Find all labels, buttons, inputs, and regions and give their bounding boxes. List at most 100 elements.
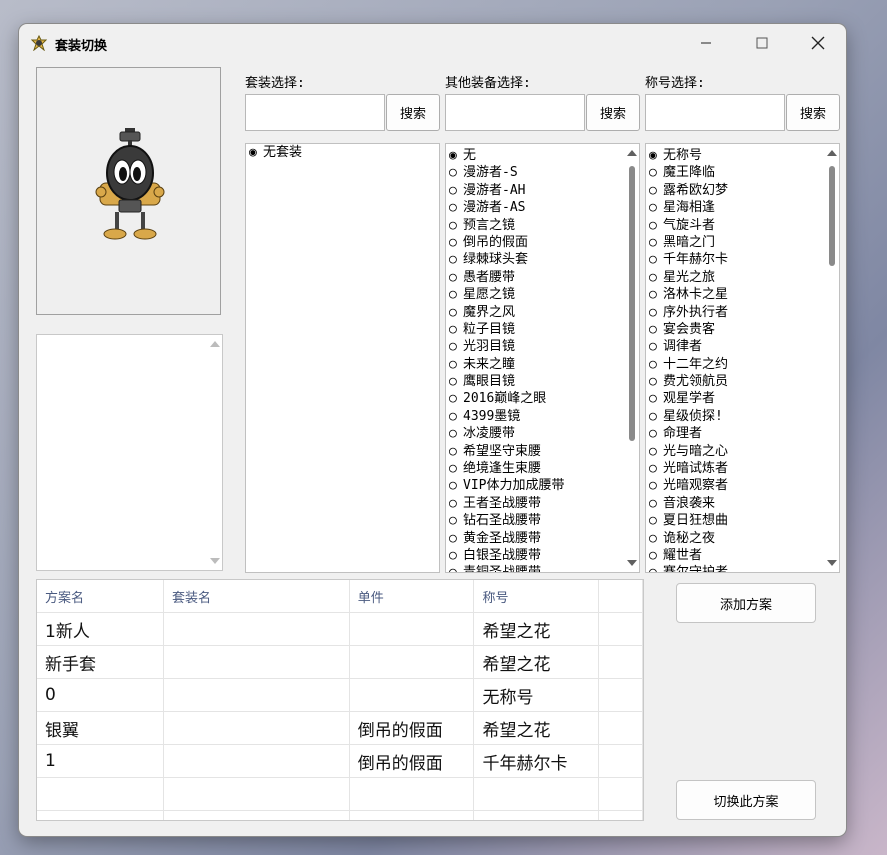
title-scrollbar[interactable] xyxy=(824,144,839,572)
equipment-item[interactable]: 鹰眼目镜 xyxy=(446,373,639,390)
title-item[interactable]: 费尤领航员 xyxy=(646,373,839,390)
suit-name-cell[interactable] xyxy=(163,810,350,820)
plan-name-cell[interactable]: 1新人 xyxy=(37,612,164,646)
maximize-button[interactable] xyxy=(739,28,785,58)
title-item[interactable]: 光暗试炼者 xyxy=(646,460,839,477)
single-item-cell[interactable]: 倒吊的假面 xyxy=(349,744,475,778)
title-cell[interactable]: 无称号 xyxy=(473,678,600,712)
title-item[interactable]: 诡秘之夜 xyxy=(646,530,839,547)
single-item-cell[interactable]: 倒吊的假面 xyxy=(349,711,475,745)
table-row[interactable] xyxy=(37,810,643,820)
equipment-item[interactable]: 冰凌腰带 xyxy=(446,425,639,442)
equipment-search-input[interactable] xyxy=(445,94,585,131)
item-info-textbox[interactable] xyxy=(36,334,223,571)
minimize-button[interactable] xyxy=(683,28,729,58)
table-row[interactable]: 1 倒吊的假面 千年赫尔卡 xyxy=(37,744,643,778)
table-row[interactable]: 新手套 希望之花 xyxy=(37,645,643,679)
title-item[interactable]: 气旋斗者 xyxy=(646,217,839,234)
equipment-item[interactable]: 光羽目镜 xyxy=(446,338,639,355)
equipment-list[interactable]: 无漫游者-S漫游者-AH漫游者-AS预言之镜倒吊的假面绿棘球头套愚者腰带星愿之镜… xyxy=(445,143,640,573)
title-item[interactable]: 星光之旅 xyxy=(646,269,839,286)
title-item[interactable]: 露希欧幻梦 xyxy=(646,182,839,199)
equipment-item[interactable]: 白银圣战腰带 xyxy=(446,547,639,564)
equipment-item[interactable]: 星愿之镜 xyxy=(446,286,639,303)
title-item[interactable]: 星级侦探! xyxy=(646,408,839,425)
equipment-item[interactable]: 漫游者-S xyxy=(446,164,639,181)
suit-name-cell[interactable] xyxy=(163,678,350,712)
title-cell[interactable]: 千年赫尔卡 xyxy=(473,744,600,778)
switch-plan-button[interactable]: 切换此方案 xyxy=(676,780,816,820)
single-item-cell[interactable] xyxy=(349,678,475,712)
suit-list[interactable]: 无套装 xyxy=(245,143,440,573)
equipment-item[interactable]: 绿棘球头套 xyxy=(446,251,639,268)
title-item[interactable]: 耀世者 xyxy=(646,547,839,564)
col-header-suit-name[interactable]: 套装名 xyxy=(163,580,350,613)
equipment-item[interactable]: 钻石圣战腰带 xyxy=(446,512,639,529)
title-item[interactable]: 调律者 xyxy=(646,338,839,355)
plan-name-cell[interactable]: 银翼 xyxy=(37,711,164,745)
col-header-single-item[interactable]: 单件 xyxy=(349,580,475,613)
title-cell[interactable]: 希望之花 xyxy=(473,612,600,646)
title-item[interactable]: 光与暗之心 xyxy=(646,443,839,460)
plan-name-cell[interactable] xyxy=(37,810,164,820)
equipment-item[interactable]: 王者圣战腰带 xyxy=(446,495,639,512)
equipment-scrollbar[interactable] xyxy=(624,144,639,572)
table-row[interactable]: 1新人 希望之花 xyxy=(37,612,643,646)
suit-search-input[interactable] xyxy=(245,94,385,131)
title-cell[interactable]: 希望之花 xyxy=(473,711,600,745)
plan-table[interactable]: 方案名 套装名 单件 称号 1新人 希望之花 新手套 希望之花 0 无称号 银翼 倒吊的假面希… xyxy=(36,579,644,821)
title-item[interactable]: 序外执行者 xyxy=(646,304,839,321)
title-item[interactable]: 宴会贵客 xyxy=(646,321,839,338)
col-header-plan-name[interactable]: 方案名 xyxy=(37,580,164,613)
title-item[interactable]: 观星学者 xyxy=(646,390,839,407)
info-scrollbar[interactable] xyxy=(207,335,222,570)
equipment-item[interactable]: 黄金圣战腰带 xyxy=(446,530,639,547)
suit-name-cell[interactable] xyxy=(163,711,350,745)
single-item-cell[interactable] xyxy=(349,612,475,646)
plan-name-cell[interactable]: 0 xyxy=(37,678,164,712)
equipment-item[interactable]: 绝境逢生束腰 xyxy=(446,460,639,477)
col-header-title[interactable]: 称号 xyxy=(473,580,600,613)
equipment-item[interactable]: 粒子目镜 xyxy=(446,321,639,338)
plan-name-cell[interactable]: 1 xyxy=(37,744,164,778)
title-item[interactable]: 赛尔守护者 xyxy=(646,564,839,572)
title-item[interactable]: 无称号 xyxy=(646,147,839,164)
title-search-input[interactable] xyxy=(645,94,785,131)
single-item-cell[interactable] xyxy=(349,645,475,679)
title-item[interactable]: 音浪袭来 xyxy=(646,495,839,512)
title-search-button[interactable]: 搜索 xyxy=(786,94,840,131)
suit-search-button[interactable]: 搜索 xyxy=(386,94,440,131)
title-item[interactable]: 星海相逢 xyxy=(646,199,839,216)
suit-name-cell[interactable] xyxy=(163,777,350,811)
equipment-item[interactable]: 未来之瞳 xyxy=(446,356,639,373)
title-item[interactable]: 洛林卡之星 xyxy=(646,286,839,303)
equipment-item[interactable]: 青铜圣战腰带 xyxy=(446,564,639,572)
plan-name-cell[interactable] xyxy=(37,777,164,811)
title-item[interactable]: 十二年之约 xyxy=(646,356,839,373)
title-item[interactable]: 命理者 xyxy=(646,425,839,442)
equipment-item[interactable]: 漫游者-AS xyxy=(446,199,639,216)
title-item[interactable]: 光暗观察者 xyxy=(646,477,839,494)
title-item[interactable]: 黑暗之门 xyxy=(646,234,839,251)
equipment-item[interactable]: 4399墨镜 xyxy=(446,408,639,425)
title-cell[interactable] xyxy=(473,810,600,820)
title-cell[interactable] xyxy=(473,777,600,811)
single-item-cell[interactable] xyxy=(349,810,475,820)
equipment-item[interactable]: VIP体力加成腰带 xyxy=(446,477,639,494)
title-item[interactable]: 千年赫尔卡 xyxy=(646,251,839,268)
suit-item[interactable]: 无套装 xyxy=(246,144,439,161)
suit-name-cell[interactable] xyxy=(163,744,350,778)
equipment-item[interactable]: 魔界之风 xyxy=(446,304,639,321)
suit-name-cell[interactable] xyxy=(163,645,350,679)
equipment-search-button[interactable]: 搜索 xyxy=(586,94,640,131)
equipment-item[interactable]: 2016巅峰之眼 xyxy=(446,390,639,407)
table-row[interactable]: 银翼 倒吊的假面 希望之花 xyxy=(37,711,643,745)
title-cell[interactable]: 希望之花 xyxy=(473,645,600,679)
add-plan-button[interactable]: 添加方案 xyxy=(676,583,816,623)
plan-name-cell[interactable]: 新手套 xyxy=(37,645,164,679)
equipment-item[interactable]: 希望坚守束腰 xyxy=(446,443,639,460)
equipment-item[interactable]: 预言之镜 xyxy=(446,217,639,234)
title-item[interactable]: 魔王降临 xyxy=(646,164,839,181)
suit-name-cell[interactable] xyxy=(163,612,350,646)
table-row[interactable] xyxy=(37,777,643,811)
